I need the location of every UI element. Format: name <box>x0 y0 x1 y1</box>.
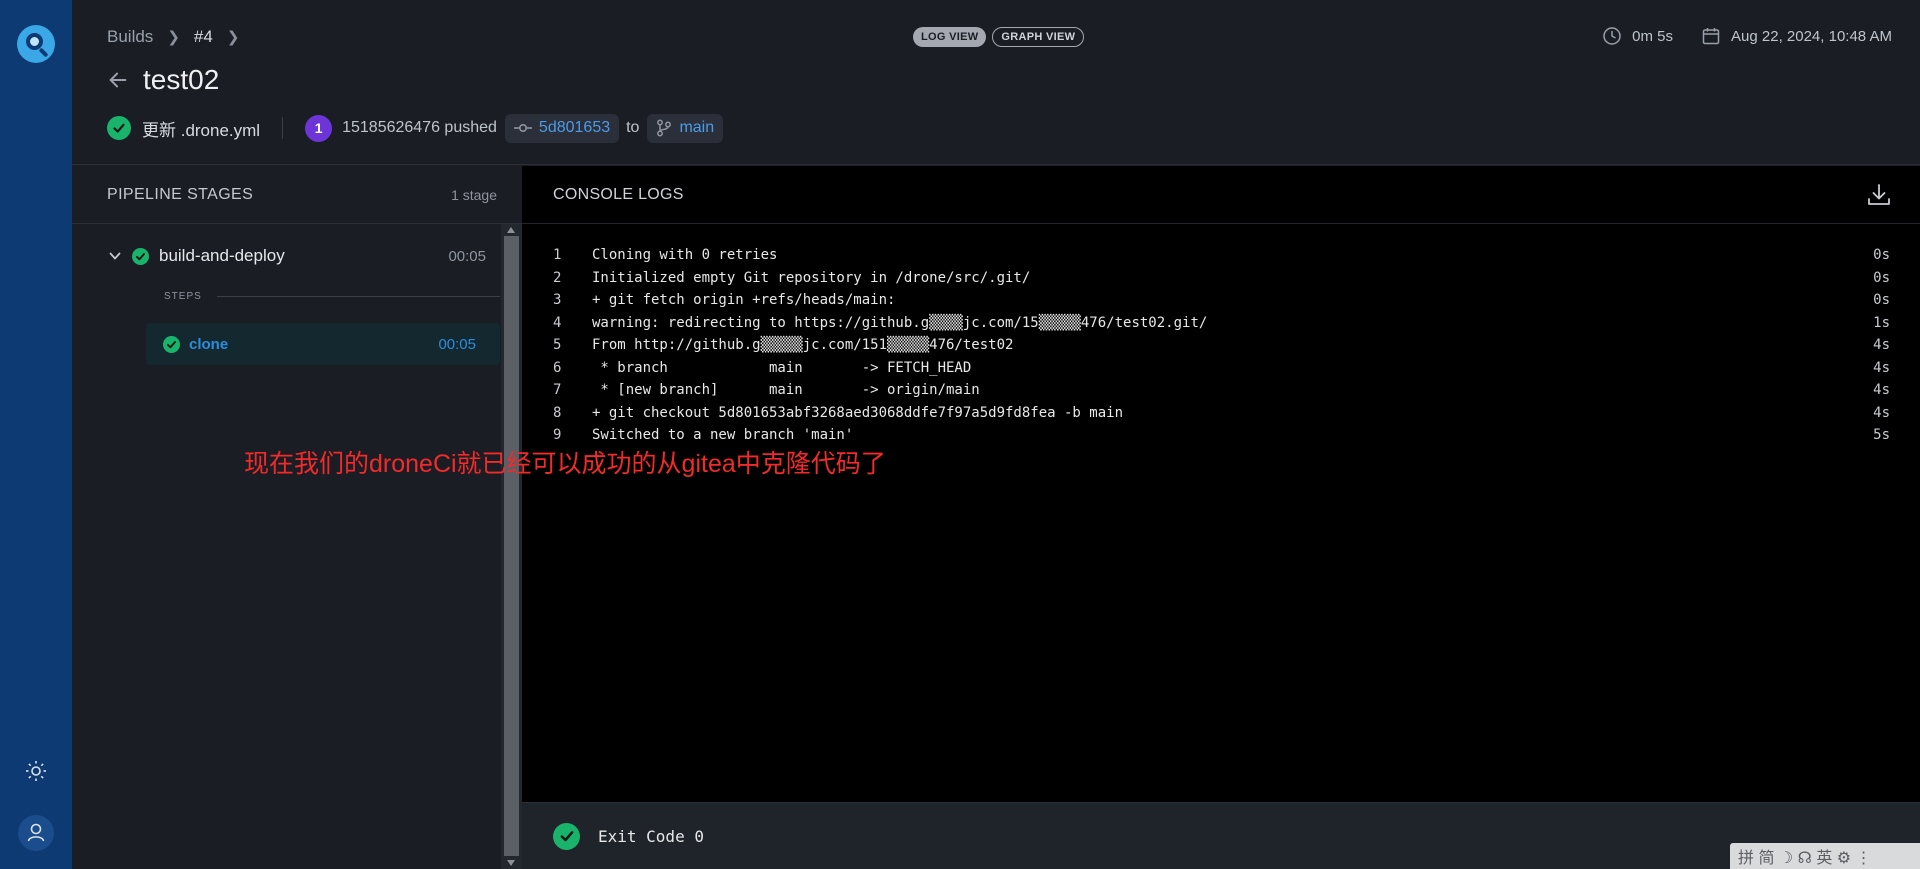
git-commit-icon <box>513 123 532 133</box>
divider <box>282 117 284 139</box>
step-name: clone <box>189 335 229 353</box>
clock-icon <box>1603 27 1621 45</box>
console-logs-panel: CONSOLE LOGS 1 Cloning with 0 retries 0s 2… <box>522 166 1920 869</box>
log-line: 3 + git fetch origin +refs/heads/main: 0s <box>522 289 1920 312</box>
breadcrumb: Builds ❯ #4 ❯ <box>107 27 239 47</box>
log-text: + git fetch origin +refs/heads/main: <box>592 292 896 308</box>
line-duration: 0s <box>1873 269 1890 286</box>
theme-toggle-sun-icon[interactable] <box>24 759 48 783</box>
build-meta: 0m 5s Aug 22, 2024, 10:48 AM <box>1602 26 1892 46</box>
download-icon[interactable] <box>1866 182 1892 208</box>
build-date: Aug 22, 2024, 10:48 AM <box>1731 27 1892 45</box>
stage-name: build-and-deploy <box>159 246 285 265</box>
commit-info: 更新 .drone.yml 1 15185626476 pushed 5d801… <box>107 113 724 143</box>
line-number: 7 <box>553 382 562 398</box>
breadcrumb-build-number[interactable]: #4 <box>194 27 213 47</box>
pipeline-stages-header: PIPELINE STAGES <box>107 186 254 203</box>
log-text: * branch main -> FETCH_HEAD <box>592 359 972 376</box>
log-text: From http://github.g▒▒▒▒▒jc.com/151▒▒▒▒▒… <box>592 337 1014 353</box>
log-lines: 1 Cloning with 0 retries 0s 2 Initialized e… <box>522 244 1920 447</box>
log-line: 2 Initialized empty Git repository in /dr… <box>522 267 1920 290</box>
ime-toolbar-icons[interactable]: 拼 简 ☽ ☊ 英 ⚙ ⋮ <box>1738 844 1872 868</box>
line-number: 4 <box>553 314 562 331</box>
line-duration: 4s <box>1873 359 1890 376</box>
line-duration: 5s <box>1873 427 1890 443</box>
divider <box>217 296 500 297</box>
console-logs-header: CONSOLE LOGS <box>553 186 684 203</box>
line-duration: 4s <box>1873 404 1890 421</box>
line-duration: 4s <box>1873 337 1890 353</box>
success-check-icon <box>163 335 180 353</box>
log-line: 5 From http://github.g▒▒▒▒▒jc.com/151▒▒▒▒… <box>522 334 1920 357</box>
log-line: 1 Cloning with 0 retries 0s <box>522 244 1920 267</box>
author-avatar: 1 <box>305 114 333 142</box>
branch-name: main <box>679 119 715 136</box>
success-check-icon <box>107 116 131 140</box>
scroll-down-arrow-icon[interactable] <box>507 860 515 866</box>
chevron-right-icon: ❯ <box>167 29 180 46</box>
scroll-up-arrow-icon[interactable] <box>507 227 515 233</box>
build-duration: 0m 5s <box>1632 27 1674 45</box>
back-arrow-icon[interactable] <box>107 69 129 91</box>
log-line: 4 warning: redirecting to https://github.… <box>522 312 1920 335</box>
to-label: to <box>626 119 640 136</box>
git-branch-icon <box>657 119 672 137</box>
log-text: * [new branch] main -> origin/main <box>592 382 980 398</box>
stages-scrollbar[interactable] <box>501 224 522 869</box>
exit-code-bar: Exit Code 0 <box>522 802 1920 869</box>
user-avatar-icon[interactable] <box>18 815 54 851</box>
branch-link[interactable]: main <box>647 113 724 143</box>
commit-sha-link[interactable]: 5d801653 <box>504 113 620 143</box>
view-toggle: LOG VIEW GRAPH VIEW <box>913 27 1085 47</box>
line-duration: 0s <box>1873 247 1890 263</box>
calendar-icon <box>1702 28 1720 45</box>
log-view-button[interactable]: LOG VIEW <box>913 27 987 47</box>
step-duration: 00:05 <box>438 335 476 353</box>
scrollbar-thumb[interactable] <box>504 236 519 856</box>
ime-toolbar[interactable]: 拼 简 ☽ ☊ 英 ⚙ ⋮ <box>1730 843 1920 869</box>
log-line: 8 + git checkout 5d801653abf3268aed3068dd… <box>522 402 1920 425</box>
annotation-text: 现在我们的droneCi就已经可以成功的从gitea中克隆代码了 <box>244 450 886 478</box>
exit-code-text: Exit Code 0 <box>598 826 704 846</box>
line-number: 2 <box>553 269 562 286</box>
log-text: Cloning with 0 retries <box>592 247 778 263</box>
log-text: + git checkout 5d801653abf3268aed3068ddf… <box>592 404 1124 421</box>
line-duration: 4s <box>1873 382 1890 398</box>
line-number: 3 <box>553 292 562 308</box>
commit-sha: 5d801653 <box>538 119 611 136</box>
log-line: 6 * branch main -> FETCH_HEAD 4s <box>522 357 1920 380</box>
stage-count: 1 stage <box>451 187 497 203</box>
pipeline-stages-panel: PIPELINE STAGES 1 stage build-and-deploy… <box>72 166 522 869</box>
success-check-icon <box>132 247 149 265</box>
graph-view-button[interactable]: GRAPH VIEW <box>992 27 1085 47</box>
author-pushed-text: 15185626476 pushed <box>342 119 497 136</box>
log-text: warning: redirecting to https://github.g… <box>592 314 1208 331</box>
line-duration: 0s <box>1873 292 1890 308</box>
log-line: 7 * [new branch] main -> origin/main 4s <box>522 379 1920 402</box>
build-header: Builds ❯ #4 ❯ test02 更新 .drone.yml 1 151… <box>72 0 1920 165</box>
stage-build-and-deploy[interactable]: build-and-deploy 00:05 <box>108 244 498 268</box>
stage-duration: 00:05 <box>448 247 486 265</box>
log-text: Initialized empty Git repository in /dro… <box>592 269 1031 286</box>
nav-rail <box>0 0 72 869</box>
success-check-icon <box>553 822 580 850</box>
line-number: 1 <box>553 247 562 263</box>
line-duration: 1s <box>1873 314 1890 331</box>
line-number: 8 <box>553 404 562 421</box>
chevron-down-icon[interactable] <box>108 249 122 263</box>
step-clone[interactable]: clone 00:05 <box>146 323 500 365</box>
page-title: test02 <box>143 64 220 95</box>
breadcrumb-builds-link[interactable]: Builds <box>107 27 153 47</box>
steps-label: STEPS <box>164 291 202 302</box>
line-number: 6 <box>553 359 562 376</box>
commit-message: 更新 .drone.yml <box>142 120 261 140</box>
line-number: 5 <box>553 337 562 353</box>
chevron-right-icon[interactable]: ❯ <box>227 28 240 46</box>
drone-logo-icon[interactable] <box>17 25 55 63</box>
